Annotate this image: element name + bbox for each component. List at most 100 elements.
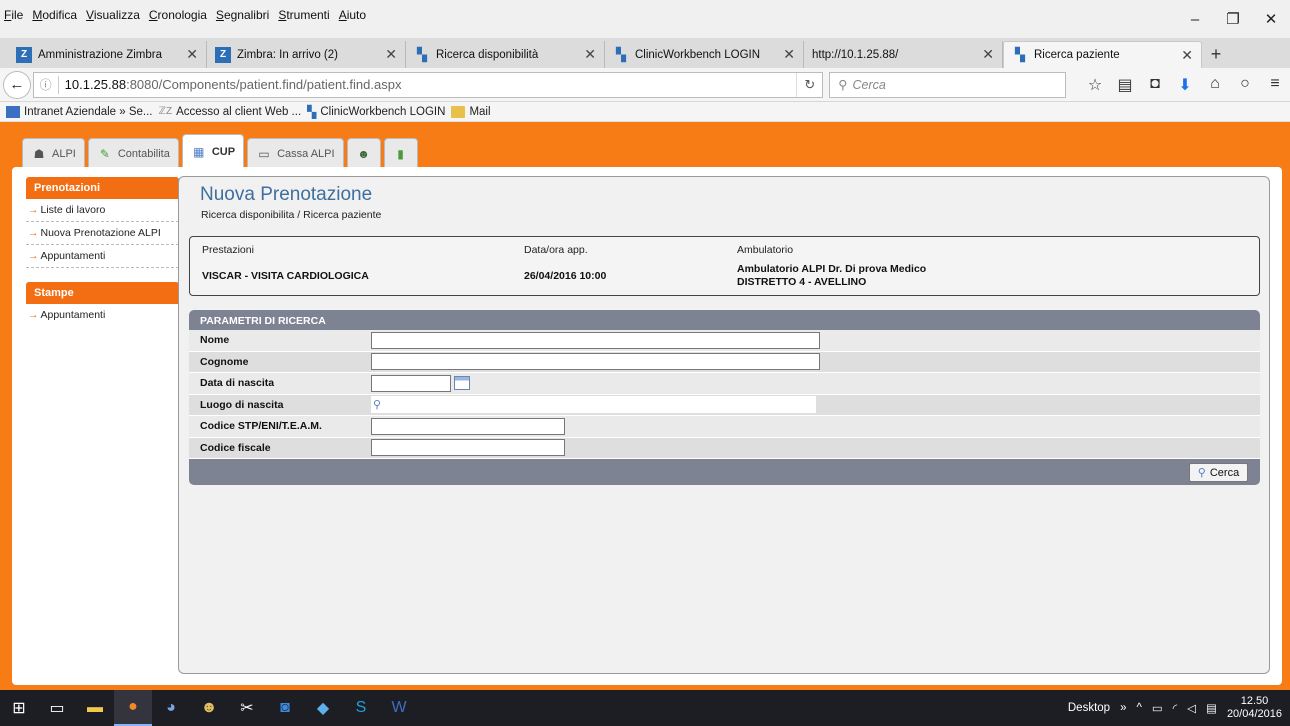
close-icon[interactable]: ✕ (982, 46, 994, 63)
tab-user[interactable]: ☻ (346, 138, 381, 168)
chevron-up-icon[interactable]: ^ (1136, 702, 1141, 714)
info-icon[interactable]: ⓘ (40, 76, 52, 93)
cognome-label: Cognome (200, 355, 249, 368)
user-app-icon[interactable]: ☻ (190, 690, 228, 726)
volume-icon[interactable]: ◁ (1187, 701, 1196, 715)
outlook-icon[interactable]: ◙ (266, 690, 304, 726)
tab-label: Ricerca disponibilità (436, 48, 539, 61)
menu-modifica[interactable]: Modifica (32, 8, 77, 22)
back-button[interactable]: ← (3, 70, 31, 99)
windows-start-icon[interactable]: ⊞ (0, 690, 38, 726)
home-icon[interactable]: ⌂ (1200, 75, 1230, 95)
tool-icon[interactable]: ✂ (228, 690, 266, 726)
tab-cassa-alpi[interactable]: ▭ Cassa ALPI (247, 138, 344, 168)
tab-zimbra-in-arrivo[interactable]: Z Zimbra: In arrivo (2) ✕ (207, 41, 406, 68)
wifi-icon[interactable]: ◜ (1173, 701, 1177, 715)
menu-file[interactable]: File (4, 8, 23, 22)
codice-stp-input[interactable] (371, 417, 565, 435)
tab-amministrazione-zimbra[interactable]: Z Amministrazione Zimbra ✕ (8, 41, 207, 68)
codice-fiscale-input[interactable] (371, 439, 565, 457)
bookmark-intranet[interactable]: Intranet Aziendale » Se... (6, 105, 153, 118)
tab-contabilita[interactable]: ✎ Contabilita (87, 138, 179, 168)
bookmarks-bar: Intranet Aziendale » Se... ℤZ Accesso al … (0, 102, 1290, 122)
toolbar-icons: ☆ ▤ ◘ ⬇ ⌂ ○ ≡ (1080, 75, 1290, 95)
close-icon[interactable]: ✕ (385, 46, 397, 63)
app-area: ☗ ALPI ✎ Contabilita ▦ CUP ▭ Cassa ALPI ☻ ▮ … (0, 122, 1290, 690)
cognome-input[interactable] (371, 353, 820, 371)
close-icon[interactable]: ✕ (584, 46, 596, 63)
menu-item-liste-di-lavoro[interactable]: → Liste di lavoro (26, 199, 179, 222)
tab-ricerca-paziente[interactable]: ▚ Ricerca paziente ✕ (1003, 41, 1202, 68)
search-bar[interactable]: ⚲ Cerca (829, 71, 1066, 98)
pocket-icon[interactable]: ◘ (1140, 75, 1170, 95)
desktop-label[interactable]: Desktop (1068, 702, 1110, 714)
new-tab-button[interactable]: + (1202, 41, 1230, 68)
skype-icon[interactable]: S (342, 690, 380, 726)
restore-icon[interactable]: ❐ (1214, 0, 1252, 38)
page-title: Nuova Prenotazione (200, 184, 373, 205)
clock[interactable]: 12.50 20/04/2016 (1227, 695, 1282, 721)
search-params-panel: PARAMETRI DI RICERCA Nome Cognome Data d… (189, 310, 1260, 490)
bookmark-client-web[interactable]: ℤZ Accesso al client Web ... (159, 106, 302, 118)
search-placeholder: Cerca (852, 77, 886, 92)
tab-alpi[interactable]: ☗ ALPI (22, 138, 85, 168)
cerca-button[interactable]: ⚲ Cerca (1189, 463, 1248, 482)
download-icon[interactable]: ⬇ (1170, 75, 1200, 95)
menu-header-stampe: Stampe (26, 282, 179, 304)
notification-icon[interactable]: ▤ (1206, 701, 1217, 715)
arrow-left-icon: ← (9, 76, 25, 93)
search-icon: ⚲ (373, 399, 382, 412)
hamburger-menu-icon[interactable]: ≡ (1260, 75, 1290, 95)
main-panel: Nuova Prenotazione Ricerca disponibilita… (178, 176, 1270, 674)
close-icon[interactable]: ✕ (1252, 0, 1290, 38)
menu-cronologia[interactable]: Cronologia (149, 8, 207, 22)
reading-list-icon[interactable]: ▤ (1110, 75, 1140, 95)
bookmark-clinicworkbench[interactable]: ▚ ClinicWorkbench LOGIN (307, 105, 445, 119)
money-icon: ✎ (99, 146, 110, 161)
calendar-icon[interactable] (454, 376, 470, 391)
menu-strumenti[interactable]: Strumenti (278, 8, 329, 22)
breadcrumb: Ricerca disponibilita / Ricerca paziente (201, 209, 382, 221)
luogo-nascita-label: Luogo di nascita (200, 398, 284, 411)
params-rows: Nome Cognome Data di nascita Luogo di na… (189, 330, 1260, 459)
close-icon[interactable]: ✕ (186, 46, 198, 63)
chat-icon[interactable]: ○ (1230, 75, 1260, 95)
nome-input[interactable] (371, 331, 820, 349)
menu-visualizza[interactable]: Visualizza (86, 8, 140, 22)
search-icon: ⚲ (838, 78, 848, 92)
url-bar[interactable]: ⓘ 10.1.25.88:8080/Components/patient.fin… (32, 71, 824, 98)
tab-label: Zimbra: In arrivo (2) (237, 48, 338, 61)
close-icon[interactable]: ✕ (1181, 47, 1193, 64)
word-icon[interactable]: W (380, 690, 418, 726)
menu-item-stampe-appuntamenti[interactable]: → Appuntamenti (26, 304, 179, 327)
tab-cup[interactable]: ▦ CUP (181, 134, 245, 168)
luogo-nascita-input[interactable]: ⚲ (371, 396, 816, 414)
reload-icon[interactable]: ↻ (796, 72, 822, 97)
chevron-right-icon[interactable]: » (1120, 702, 1126, 714)
ambulatorio-label: Ambulatorio (737, 244, 794, 256)
bookmark-star-icon[interactable]: ☆ (1080, 75, 1110, 95)
menu-aiuto[interactable]: Aiuto (339, 8, 366, 22)
menu-segnalibri[interactable]: Segnalibri (216, 8, 269, 22)
clinicworkbench-icon: ▚ (307, 104, 317, 119)
bookmark-label: ClinicWorkbench LOGIN (320, 105, 446, 118)
menu-item-appuntamenti[interactable]: → Appuntamenti (26, 245, 179, 268)
folder-icon[interactable]: ◆ (304, 690, 342, 726)
tab-exit[interactable]: ▮ (383, 138, 418, 168)
network-icon[interactable]: ▭ (1152, 701, 1163, 715)
close-icon[interactable]: ✕ (783, 46, 795, 63)
tab-clinicworkbench-login[interactable]: ▚ ClinicWorkbench LOGIN ✕ (605, 41, 804, 68)
people-icon: ☗ (33, 146, 45, 161)
app-icon[interactable]: ◕ (152, 690, 190, 726)
param-row-luogo-nascita: Luogo di nascita ⚲ (189, 394, 1260, 416)
tab-url[interactable]: http://10.1.25.88/ ✕ (804, 41, 1003, 68)
task-view-icon[interactable]: ▭ (38, 690, 76, 726)
menu-item-nuova-prenotazione[interactable]: → Nuova Prenotazione ALPI (26, 222, 179, 245)
separator (57, 75, 59, 94)
minimize-icon[interactable]: – (1176, 0, 1214, 38)
firefox-icon[interactable]: ● (114, 690, 152, 726)
data-nascita-input[interactable] (371, 374, 451, 392)
file-explorer-icon[interactable]: ▬ (76, 690, 114, 726)
tab-ricerca-disponibilita[interactable]: ▚ Ricerca disponibilità ✕ (406, 41, 605, 68)
bookmark-mail[interactable]: Mail (451, 105, 491, 118)
